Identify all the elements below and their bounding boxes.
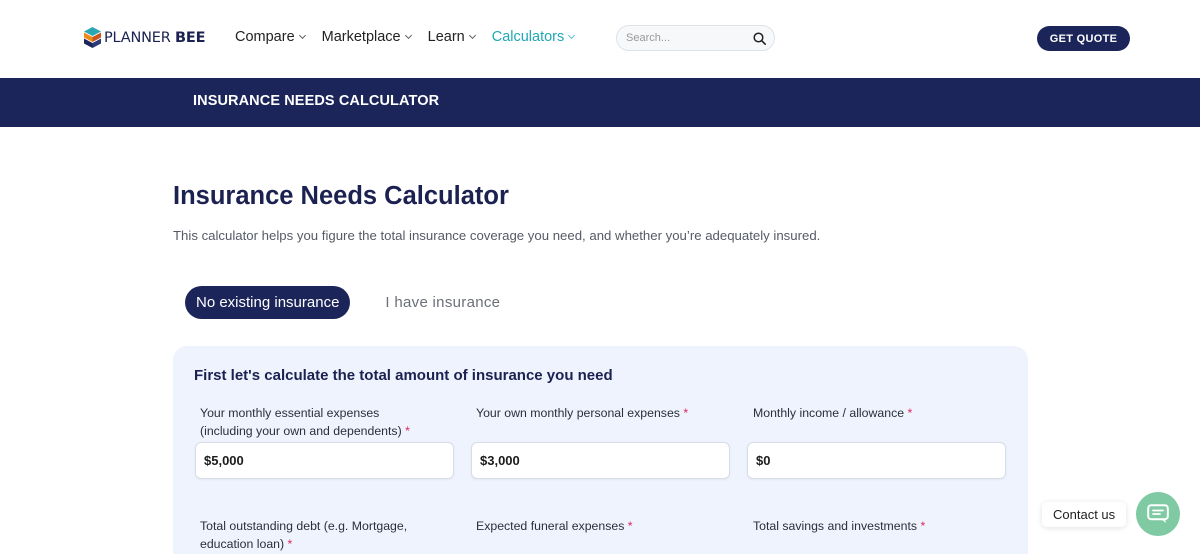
nav-label: Marketplace bbox=[321, 29, 401, 45]
logo-cube-icon bbox=[84, 27, 101, 48]
contact-button[interactable] bbox=[1136, 492, 1180, 536]
banner-title: INSURANCE NEEDS CALCULATOR bbox=[193, 93, 440, 109]
page-banner: INSURANCE NEEDS CALCULATOR bbox=[0, 78, 1200, 127]
search-input[interactable] bbox=[626, 32, 746, 44]
chevron-down-icon bbox=[404, 31, 412, 40]
chevron-down-icon bbox=[568, 31, 576, 40]
site-header: PLANNER BEE Compare Marketplace Learn Ca… bbox=[0, 0, 1200, 78]
calculator-card: First let's calculate the total amount o… bbox=[173, 346, 1028, 554]
search-icon[interactable] bbox=[753, 32, 766, 45]
nav-calculators[interactable]: Calculators bbox=[491, 29, 576, 45]
get-quote-button[interactable]: GET QUOTE bbox=[1037, 26, 1130, 51]
nav-marketplace[interactable]: Marketplace bbox=[321, 29, 412, 45]
monthly-income-input[interactable] bbox=[747, 442, 1006, 479]
nav-label: Compare bbox=[235, 29, 295, 45]
field-label-outstanding-debt: Total outstanding debt (e.g. Mortgage, e… bbox=[200, 519, 408, 551]
monthly-essential-expenses-input[interactable] bbox=[195, 442, 454, 479]
contact-us-label[interactable]: Contact us bbox=[1042, 502, 1127, 527]
calculator-tabs: No existing insurance I have insurance bbox=[185, 286, 500, 319]
card-title: First let's calculate the total amount o… bbox=[194, 367, 613, 384]
nav-label: Learn bbox=[427, 29, 465, 45]
field-label-funeral-expenses: Expected funeral expenses * bbox=[476, 519, 633, 533]
nav-label: Calculators bbox=[491, 29, 565, 45]
field-label-monthly-essential-expenses: Your monthly essential expenses (includi… bbox=[200, 406, 410, 438]
tab-i-have-insurance[interactable]: I have insurance bbox=[385, 286, 500, 319]
logo[interactable]: PLANNER BEE bbox=[84, 27, 205, 48]
main-nav: Compare Marketplace Learn Calculators bbox=[235, 29, 591, 45]
tab-no-existing-insurance[interactable]: No existing insurance bbox=[185, 286, 351, 319]
chevron-down-icon bbox=[298, 31, 306, 40]
monthly-personal-expenses-input[interactable] bbox=[471, 442, 730, 479]
chevron-down-icon bbox=[468, 31, 476, 40]
nav-learn[interactable]: Learn bbox=[427, 29, 476, 45]
field-label-monthly-income: Monthly income / allowance * bbox=[753, 406, 913, 420]
search-box bbox=[616, 25, 775, 51]
chat-icon bbox=[1147, 504, 1169, 523]
field-label-savings-investments: Total savings and investments * bbox=[753, 519, 926, 533]
page-title: Insurance Needs Calculator bbox=[173, 182, 509, 210]
field-label-monthly-personal-expenses: Your own monthly personal expenses * bbox=[476, 406, 689, 420]
logo-text: PLANNER BEE bbox=[104, 29, 206, 46]
nav-compare[interactable]: Compare bbox=[235, 29, 306, 45]
page-description: This calculator helps you figure the tot… bbox=[173, 228, 821, 243]
